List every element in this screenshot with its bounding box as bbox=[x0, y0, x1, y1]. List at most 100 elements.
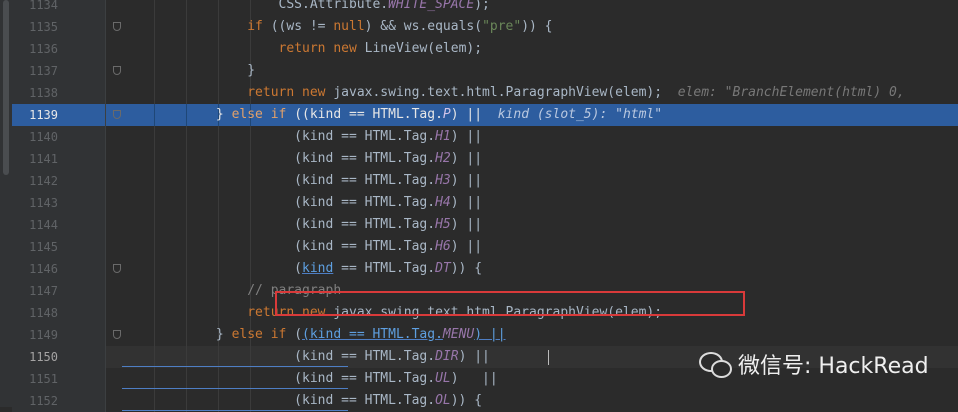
code-token: ( bbox=[286, 327, 303, 342]
code-token: // paragraph bbox=[122, 283, 342, 298]
fold-marker-icon[interactable] bbox=[113, 66, 121, 75]
code-text: (kind == HTML.Tag.H5) || bbox=[122, 214, 958, 236]
code-token: CSS.Attribute. bbox=[122, 0, 389, 12]
code-line[interactable]: 1152 (kind == HTML.Tag.OL)) { bbox=[0, 390, 958, 412]
code-token: H1 bbox=[435, 129, 451, 144]
code-token: javax.swing.text.html.ParagraphView(elem… bbox=[325, 85, 663, 100]
code-line[interactable]: 1134 CSS.Attribute.WHITE_SPACE); bbox=[0, 0, 958, 16]
line-gutter[interactable]: 1141 bbox=[12, 148, 106, 170]
code-token: } bbox=[122, 63, 256, 78]
code-line[interactable]: 1135 if ((ws != null) && ws.equals("pre"… bbox=[0, 16, 958, 38]
line-gutter[interactable]: 1145 bbox=[12, 236, 106, 258]
vertical-scrollbar[interactable] bbox=[0, 0, 12, 407]
line-gutter[interactable]: 1152 bbox=[12, 390, 106, 412]
code-token: } bbox=[122, 107, 232, 122]
line-number: 1137 bbox=[29, 64, 58, 78]
code-token: ) || bbox=[450, 217, 483, 232]
code-token: ) || bbox=[474, 327, 506, 342]
code-token: return new bbox=[247, 85, 326, 100]
fold-marker-icon[interactable] bbox=[113, 264, 121, 273]
code-token: ) || bbox=[450, 195, 483, 210]
code-token: LineView(elem); bbox=[356, 41, 483, 56]
line-gutter[interactable]: 1151 bbox=[12, 368, 106, 390]
fold-marker-icon[interactable] bbox=[113, 330, 121, 339]
code-line[interactable]: 1142 (kind == HTML.Tag.H3) || bbox=[0, 170, 958, 192]
line-number: 1139 bbox=[29, 108, 58, 122]
usage-underline bbox=[122, 410, 348, 411]
code-token: ((ws != bbox=[262, 19, 334, 34]
code-line[interactable]: 1147 // paragraph bbox=[0, 280, 958, 302]
code-token: ) || bbox=[450, 371, 498, 386]
line-gutter[interactable]: 1147 bbox=[12, 280, 106, 302]
line-gutter[interactable]: 1136 bbox=[12, 38, 106, 60]
line-gutter[interactable]: 1134 bbox=[12, 0, 106, 16]
line-number: 1135 bbox=[29, 20, 58, 34]
line-gutter[interactable]: 1138 bbox=[12, 82, 106, 104]
code-text: return new LineView(elem); bbox=[122, 38, 958, 60]
line-number: 1145 bbox=[29, 240, 58, 254]
code-line[interactable]: 1145 (kind == HTML.Tag.H6) || bbox=[0, 236, 958, 258]
wechat-icon bbox=[698, 348, 734, 380]
line-gutter[interactable]: 1139 bbox=[12, 104, 106, 126]
code-token: H5 bbox=[435, 217, 451, 232]
code-text: } bbox=[122, 60, 958, 82]
line-number: 1140 bbox=[29, 130, 58, 144]
code-line[interactable]: 1137 } bbox=[0, 60, 958, 82]
code-line[interactable]: 1143 (kind == HTML.Tag.H4) || bbox=[0, 192, 958, 214]
code-token: )) { bbox=[450, 393, 483, 408]
code-token: kind bbox=[302, 261, 334, 276]
line-gutter[interactable]: 1148 bbox=[12, 302, 106, 324]
line-gutter[interactable]: 1140 bbox=[12, 126, 106, 148]
line-gutter[interactable]: 1142 bbox=[12, 170, 106, 192]
line-number: 1151 bbox=[29, 372, 58, 386]
code-token: DIR bbox=[435, 349, 459, 364]
code-token: DT bbox=[435, 261, 451, 276]
line-number: 1136 bbox=[29, 42, 58, 56]
fold-marker-icon[interactable] bbox=[113, 110, 121, 119]
code-line[interactable]: 1136 return new LineView(elem); bbox=[0, 38, 958, 60]
code-token: (kind == HTML.Tag. bbox=[122, 195, 436, 210]
code-token: ) || bbox=[450, 107, 498, 122]
code-token: ) || bbox=[458, 349, 490, 364]
code-token: P bbox=[442, 107, 451, 122]
line-gutter[interactable]: 1143 bbox=[12, 192, 106, 214]
code-token: OL bbox=[435, 393, 451, 408]
scrollbar-thumb[interactable] bbox=[3, 0, 9, 175]
code-line[interactable]: 1146 (kind == HTML.Tag.DT)) { bbox=[0, 258, 958, 280]
code-token: )) { bbox=[450, 261, 483, 276]
code-token: else if bbox=[231, 327, 287, 342]
code-line[interactable]: 1144 (kind == HTML.Tag.H5) || bbox=[0, 214, 958, 236]
line-gutter[interactable]: 1150 bbox=[12, 346, 106, 368]
code-token: if bbox=[247, 19, 263, 34]
code-line[interactable]: 1139 } else if ((kind == HTML.Tag.P) || … bbox=[0, 104, 958, 126]
code-token: } bbox=[122, 327, 232, 342]
code-text: (kind == HTML.Tag.OL)) { bbox=[122, 390, 958, 412]
code-token: == HTML.Tag. bbox=[333, 261, 436, 276]
code-token: ) || bbox=[450, 239, 483, 254]
fold-marker-icon[interactable] bbox=[113, 22, 121, 31]
code-token: "pre" bbox=[482, 19, 522, 34]
code-token: return new bbox=[278, 41, 357, 56]
code-line[interactable]: 1148 return new javax.swing.text.html.Pa… bbox=[0, 302, 958, 324]
code-line[interactable]: 1138 return new javax.swing.text.html.Pa… bbox=[0, 82, 958, 104]
line-gutter[interactable]: 1144 bbox=[12, 214, 106, 236]
code-token: ( bbox=[122, 261, 303, 276]
code-token: else if bbox=[231, 107, 287, 122]
code-text: (kind == HTML.Tag.DT)) { bbox=[122, 258, 958, 280]
line-gutter[interactable]: 1149 bbox=[12, 324, 106, 346]
line-number: 1150 bbox=[29, 350, 58, 364]
code-token: )) { bbox=[521, 19, 553, 34]
code-text: (kind == HTML.Tag.H3) || bbox=[122, 170, 958, 192]
code-text: if ((ws != null) && ws.equals("pre")) { bbox=[122, 16, 958, 38]
line-number: 1152 bbox=[29, 394, 58, 408]
line-gutter[interactable]: 1146 bbox=[12, 258, 106, 280]
line-gutter[interactable]: 1135 bbox=[12, 16, 106, 38]
code-text: (kind == HTML.Tag.H4) || bbox=[122, 192, 958, 214]
line-gutter[interactable]: 1137 bbox=[12, 60, 106, 82]
code-token: (kind == HTML.Tag. bbox=[122, 129, 436, 144]
code-line[interactable]: 1141 (kind == HTML.Tag.H2) || bbox=[0, 148, 958, 170]
code-line[interactable]: 1140 (kind == HTML.Tag.H1) || bbox=[0, 126, 958, 148]
line-number: 1147 bbox=[29, 284, 58, 298]
